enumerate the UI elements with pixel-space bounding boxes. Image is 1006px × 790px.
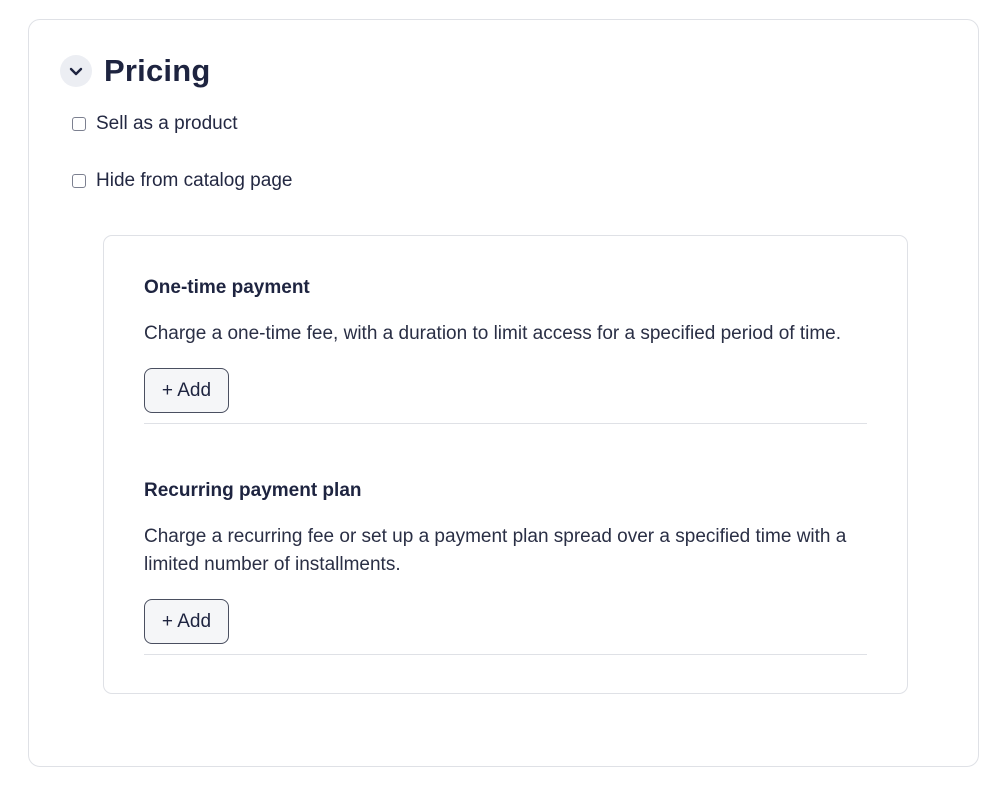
one-time-payment-section: One-time payment Charge a one-time fee, …	[144, 276, 867, 424]
section-divider	[144, 654, 867, 655]
pricing-card: Pricing Sell as a product Hide from cata…	[28, 19, 979, 767]
section-divider	[144, 423, 867, 424]
add-one-time-payment-button[interactable]: + Add	[144, 368, 229, 413]
sell-as-product-option[interactable]: Sell as a product	[72, 113, 238, 135]
one-time-payment-description: Charge a one-time fee, with a duration t…	[144, 323, 842, 344]
recurring-payment-title: Recurring payment plan	[144, 480, 362, 501]
pricing-header: Pricing	[60, 53, 210, 89]
section-title: Pricing	[104, 53, 211, 88]
one-time-payment-title: One-time payment	[144, 277, 310, 298]
payment-options-panel: One-time payment Charge a one-time fee, …	[103, 235, 908, 694]
chevron-down-icon	[69, 67, 83, 75]
add-recurring-payment-button[interactable]: + Add	[144, 599, 229, 644]
collapse-toggle-button[interactable]	[60, 55, 92, 87]
hide-from-catalog-checkbox[interactable]	[72, 174, 86, 188]
sell-as-product-label: Sell as a product	[96, 113, 238, 134]
hide-from-catalog-label: Hide from catalog page	[96, 170, 293, 191]
sell-as-product-checkbox[interactable]	[72, 117, 86, 131]
hide-from-catalog-option[interactable]: Hide from catalog page	[72, 170, 292, 192]
recurring-payment-description: Charge a recurring fee or set up a payme…	[144, 526, 847, 575]
recurring-payment-section: Recurring payment plan Charge a recurrin…	[144, 479, 867, 655]
